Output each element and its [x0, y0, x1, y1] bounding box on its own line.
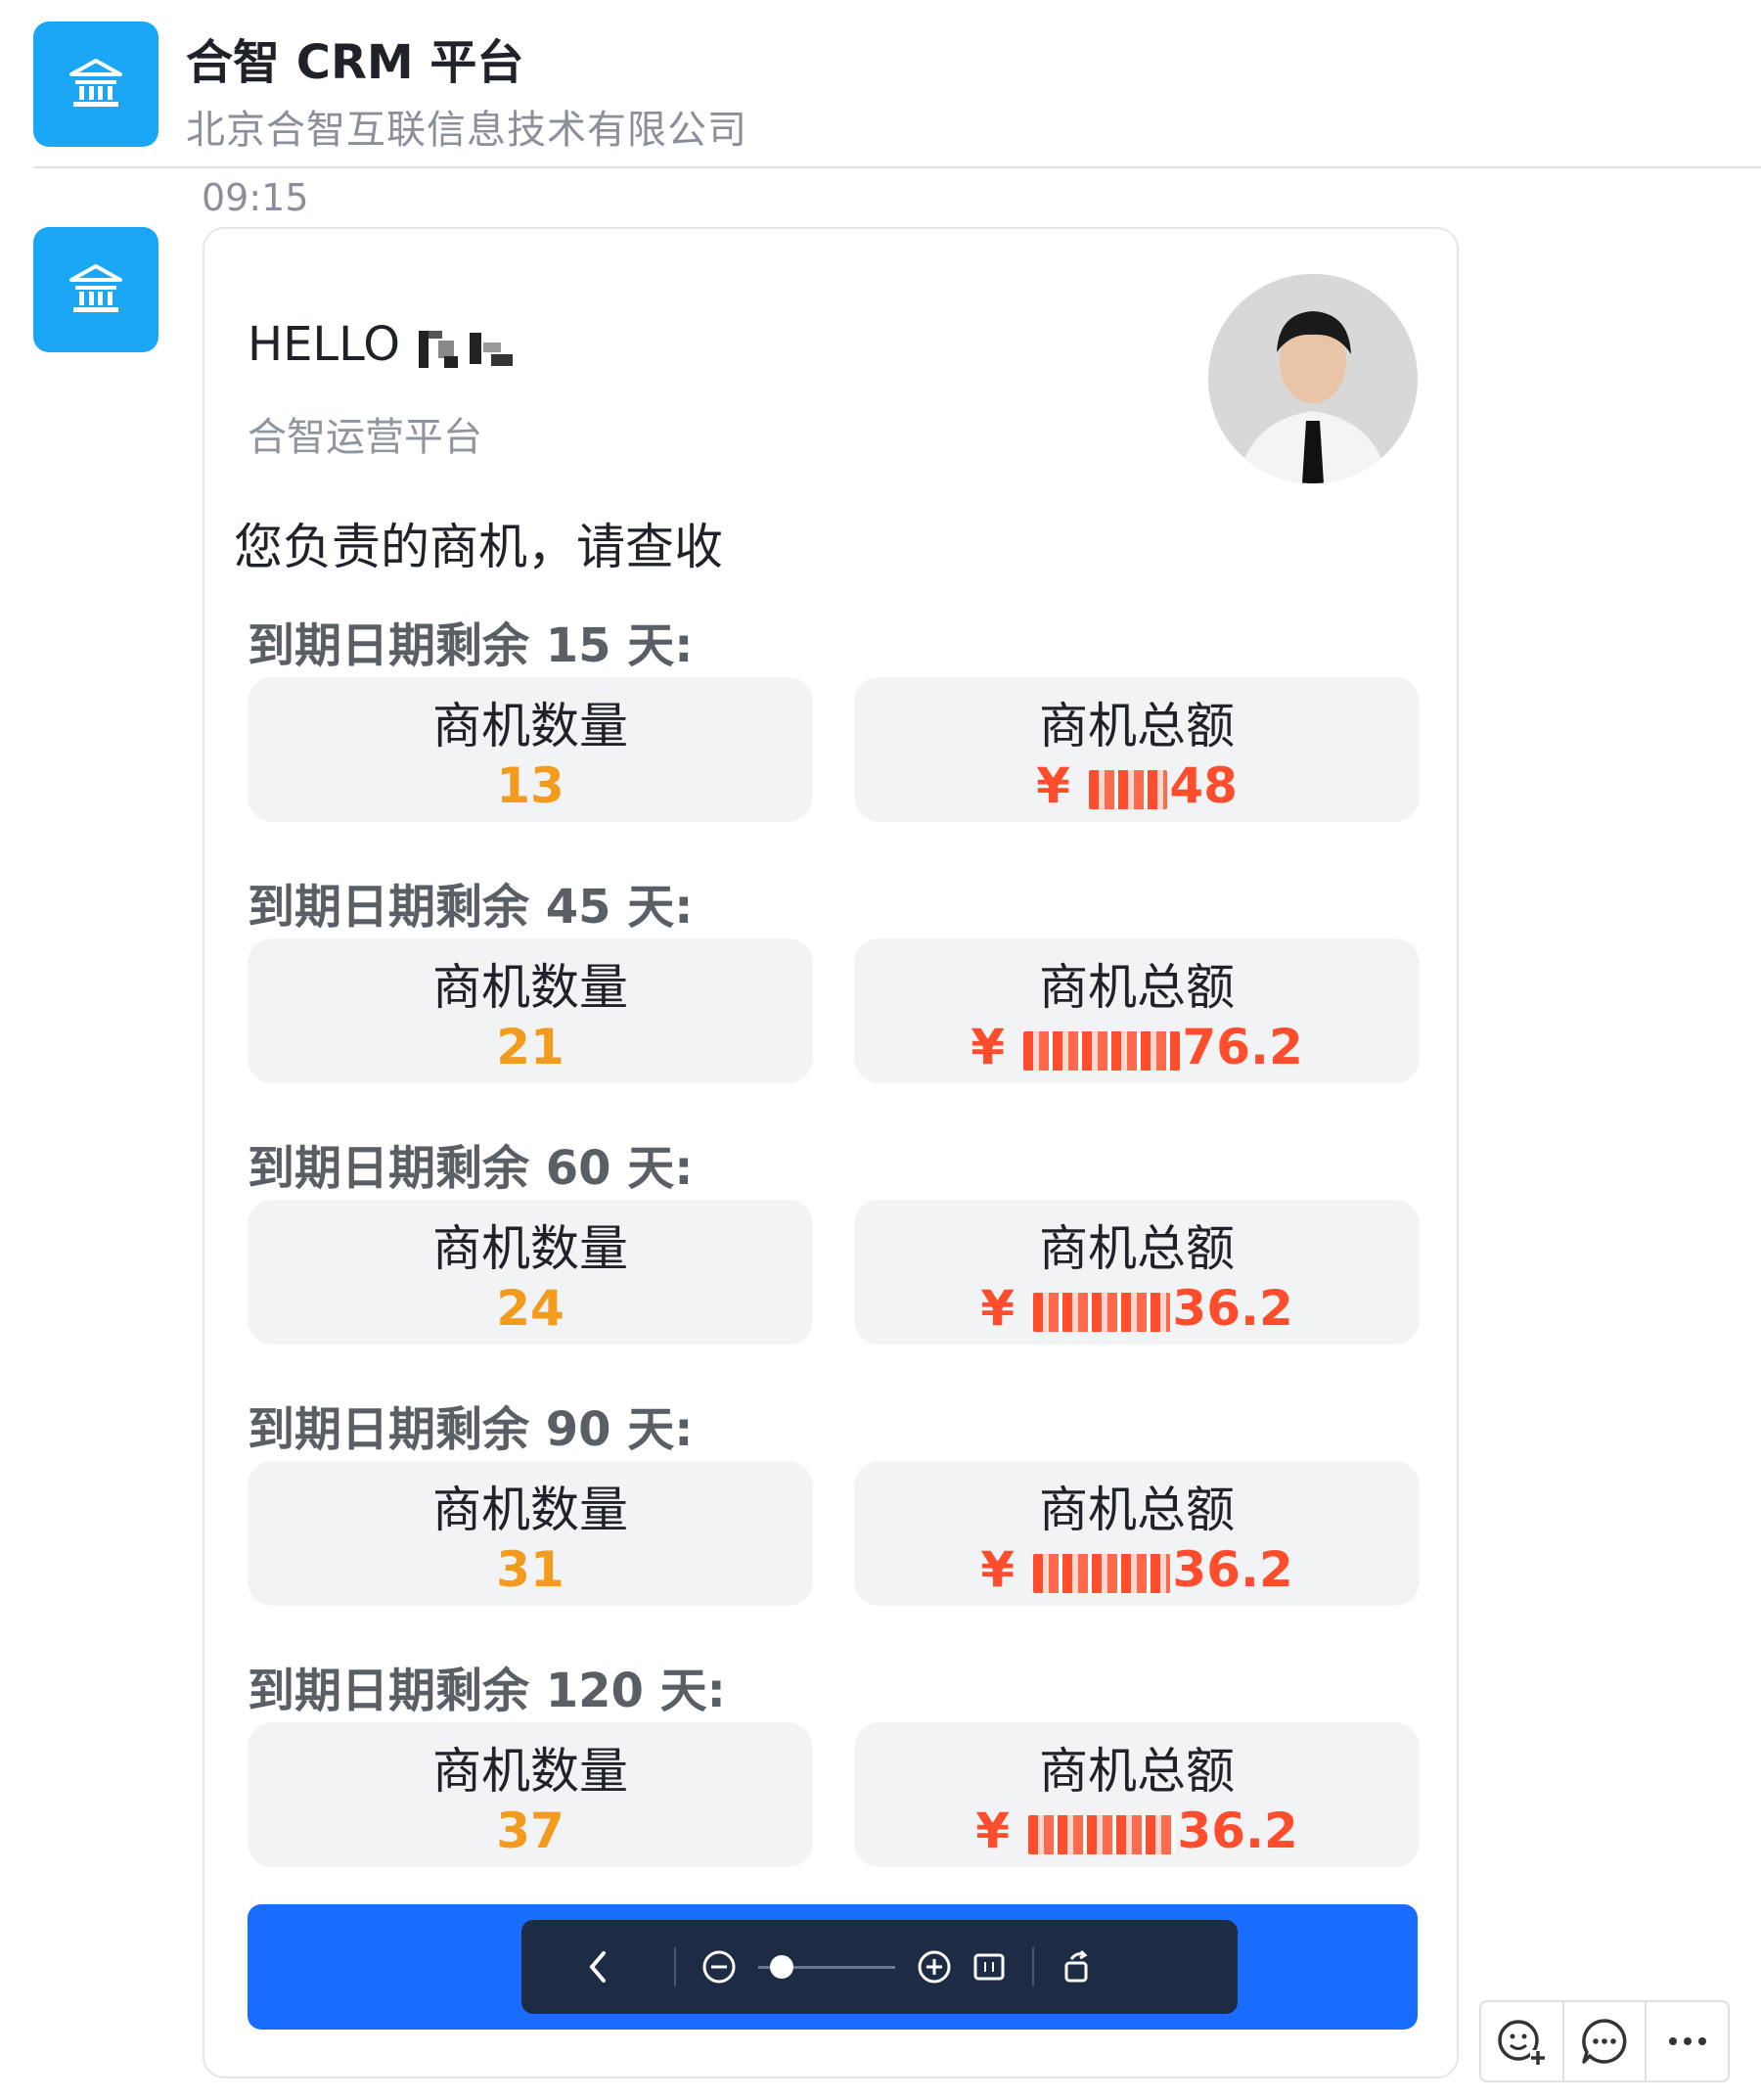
bank-building-icon — [69, 59, 122, 107]
amount-tail: 36.2 — [1172, 1280, 1293, 1337]
redacted-amount — [1023, 1030, 1181, 1071]
count-title: 商机数量 — [432, 698, 628, 754]
opportunity-count-box: 商机数量 37 — [248, 1722, 813, 1867]
fit-screen-icon[interactable] — [962, 1940, 1016, 1994]
toolbar-divider — [1032, 1947, 1034, 1986]
section-label: 到期日期剩余 120 天: — [248, 1664, 726, 1718]
zoom-out-icon[interactable] — [692, 1940, 746, 1994]
amount-title: 商机总额 — [1039, 959, 1235, 1016]
opportunity-count: 31 — [496, 1541, 564, 1598]
opportunity-amount-box: 商机总额 ¥ 76.2 — [854, 938, 1420, 1083]
amount-tail: 76.2 — [1182, 1019, 1303, 1075]
more-icon[interactable] — [1647, 2002, 1728, 2080]
opportunity-amount-box: 商机总额 ¥ 48 — [854, 677, 1420, 822]
opportunity-amount-box: 商机总额 ¥ 36.2 — [854, 1461, 1420, 1606]
opportunity-count-box: 商机数量 31 — [248, 1461, 813, 1606]
opportunity-count-box: 商机数量 21 — [248, 938, 813, 1083]
opportunity-amount: ¥ 36.2 — [854, 1280, 1420, 1337]
section-label: 到期日期剩余 90 天: — [248, 1402, 694, 1457]
opportunity-count: 21 — [496, 1019, 564, 1075]
redacted-amount — [1028, 1814, 1176, 1854]
section-label: 到期日期剩余 15 天: — [248, 618, 694, 673]
user-avatar[interactable] — [1208, 274, 1418, 483]
zoom-slider-handle[interactable] — [770, 1955, 793, 1979]
currency-symbol: ¥ — [975, 1803, 1010, 1859]
amount-title: 商机总额 — [1039, 698, 1235, 754]
bank-building-icon — [69, 264, 122, 312]
opportunity-count: 37 — [496, 1803, 564, 1859]
count-title: 商机数量 — [432, 1220, 628, 1277]
chevron-left-icon[interactable] — [570, 1940, 625, 1994]
app-title[interactable]: 合智 CRM 平台 — [186, 23, 523, 92]
opportunity-count: 24 — [496, 1280, 564, 1337]
currency-symbol: ¥ — [980, 1541, 1015, 1598]
greeting-text: HELLO — [248, 317, 400, 372]
sender-avatar[interactable] — [33, 227, 158, 352]
amount-title: 商机总额 — [1039, 1482, 1235, 1538]
image-viewer-toolbar — [521, 1920, 1238, 2014]
opportunity-amount: ¥ 36.2 — [854, 1803, 1420, 1859]
zoom-slider[interactable] — [758, 1940, 895, 1994]
rotate-icon[interactable] — [1050, 1940, 1105, 1994]
currency-symbol: ¥ — [980, 1280, 1015, 1337]
opportunity-count: 13 — [496, 757, 564, 814]
toolbar-divider — [674, 1947, 676, 1986]
opportunity-amount-box: 商机总额 ¥ 36.2 — [854, 1200, 1420, 1345]
count-title: 商机数量 — [432, 1743, 628, 1800]
person-photo-icon — [1208, 274, 1418, 483]
message-time: 09:15 — [202, 176, 309, 219]
add-reaction-icon[interactable] — [1481, 2002, 1564, 2080]
opportunity-count-box: 商机数量 13 — [248, 677, 813, 822]
redacted-amount — [1033, 1553, 1171, 1593]
amount-tail: 48 — [1169, 757, 1238, 814]
platform-name: 合智运营平台 — [248, 415, 482, 460]
currency-symbol: ¥ — [1036, 757, 1070, 814]
section-label: 到期日期剩余 45 天: — [248, 880, 694, 935]
amount-title: 商机总额 — [1039, 1743, 1235, 1800]
opportunity-count-box: 商机数量 24 — [248, 1200, 813, 1345]
lead-text: 您负责的商机，请查收 — [234, 519, 723, 575]
currency-symbol: ¥ — [971, 1019, 1005, 1075]
header-divider — [33, 166, 1761, 168]
amount-tail: 36.2 — [1177, 1803, 1298, 1859]
redacted-name — [415, 327, 522, 368]
reply-icon[interactable] — [1564, 2002, 1648, 2080]
company-name: 北京合智互联信息技术有限公司 — [186, 108, 747, 153]
count-title: 商机数量 — [432, 1482, 628, 1538]
amount-tail: 36.2 — [1172, 1541, 1293, 1598]
section-label: 到期日期剩余 60 天: — [248, 1141, 694, 1196]
amount-title: 商机总额 — [1039, 1220, 1235, 1277]
greeting: HELLO — [248, 317, 522, 372]
app-logo-icon[interactable] — [33, 22, 158, 147]
opportunity-amount-box: 商机总额 ¥ 36.2 — [854, 1722, 1420, 1867]
count-title: 商机数量 — [432, 959, 628, 1016]
zoom-in-icon[interactable] — [907, 1940, 962, 1994]
opportunity-amount: ¥ 36.2 — [854, 1541, 1420, 1598]
message-card[interactable]: HELLO 合智运营平台 您负责的商机，请查收 到期日期剩余 15 天: 商机数量… — [203, 227, 1459, 2078]
message-actions — [1479, 2000, 1730, 2082]
opportunity-amount: ¥ 76.2 — [854, 1019, 1420, 1075]
redacted-amount — [1033, 1292, 1171, 1332]
redacted-amount — [1089, 769, 1168, 809]
opportunity-amount: ¥ 48 — [854, 757, 1420, 814]
